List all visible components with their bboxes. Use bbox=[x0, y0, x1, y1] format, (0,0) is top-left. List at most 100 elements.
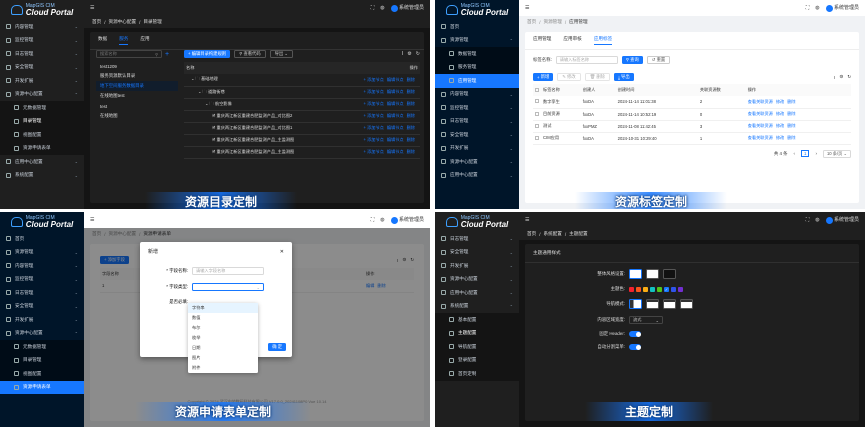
tab-app-review[interactable]: 应用审核 bbox=[563, 36, 581, 45]
sidebar-item[interactable]: 系统配置 ⌄ bbox=[0, 169, 84, 183]
theme-color-swatch[interactable] bbox=[650, 286, 655, 292]
page-1[interactable]: 1 bbox=[801, 150, 810, 157]
delete-button[interactable]: 🗑 删除 bbox=[584, 73, 610, 81]
refresh-icon[interactable]: ↻ bbox=[416, 51, 420, 57]
style-dark-option[interactable] bbox=[663, 269, 676, 279]
style-mixed-option[interactable] bbox=[646, 269, 659, 279]
tab-app[interactable]: 应用 bbox=[140, 36, 149, 45]
sidebar-item[interactable]: 监控管理 ⌄ bbox=[0, 273, 84, 287]
tab-data[interactable]: 数据 bbox=[98, 36, 107, 45]
field-type-option[interactable]: 图片 bbox=[188, 353, 258, 363]
search-button[interactable]: ⚲ 查询 bbox=[621, 56, 643, 64]
sidebar-item[interactable]: 资源管理 ⌃ bbox=[435, 34, 519, 48]
sidebar-item[interactable]: 开发扩展 ⌄ bbox=[0, 313, 84, 327]
theme-color-swatch[interactable] bbox=[636, 286, 641, 292]
sidebar-item[interactable]: 数据管理 bbox=[435, 47, 519, 61]
edit-node-link[interactable]: 编辑节点 bbox=[387, 89, 404, 94]
sidebar-item[interactable]: 目录管理 bbox=[0, 114, 84, 128]
sidebar-item[interactable]: 安全管理 ⌄ bbox=[0, 300, 84, 314]
tree-node[interactable]: test bbox=[96, 101, 178, 111]
theme-color-swatch[interactable] bbox=[643, 286, 648, 292]
row-checkbox[interactable] bbox=[535, 123, 539, 128]
refresh-icon[interactable]: ↻ bbox=[847, 74, 851, 80]
avatar[interactable] bbox=[390, 216, 398, 224]
sidebar-item[interactable]: 登录配置 bbox=[435, 353, 519, 367]
settings-icon[interactable]: ⚙ bbox=[839, 74, 843, 80]
theme-color-swatch[interactable] bbox=[629, 286, 634, 292]
theme-color-swatch[interactable]: ✓ bbox=[664, 286, 669, 292]
settings-icon[interactable]: ⚙ bbox=[407, 51, 411, 57]
delete-link[interactable]: 删除 bbox=[787, 99, 795, 104]
field-type-option[interactable]: 字符串 bbox=[188, 303, 258, 313]
add-button[interactable]: + 新增 bbox=[533, 73, 554, 81]
delete-link[interactable]: 删除 bbox=[407, 77, 415, 82]
avatar[interactable] bbox=[825, 216, 833, 224]
reset-button[interactable]: ↺ 重置 bbox=[646, 56, 671, 64]
theme-color-swatch[interactable] bbox=[671, 286, 676, 292]
column-height-icon[interactable]: Ι bbox=[834, 75, 835, 80]
sidebar-item[interactable]: 监控管理 ⌄ bbox=[0, 34, 84, 48]
sidebar-item[interactable]: 主题配置 bbox=[435, 326, 519, 340]
field-name-input[interactable]: 请输入字段名称 bbox=[192, 267, 264, 275]
theme-color-swatch[interactable] bbox=[657, 286, 662, 292]
delete-link[interactable]: 删除 bbox=[407, 149, 415, 154]
sidebar-item[interactable]: 资源申请表单 bbox=[0, 380, 84, 394]
sidebar-item[interactable]: 日志管理 ⌄ bbox=[435, 115, 519, 129]
sidebar-item[interactable]: 资源申请表单 bbox=[0, 141, 84, 155]
edit-node-link[interactable]: 编辑节点 bbox=[387, 149, 404, 154]
fullscreen-icon[interactable]: ⛶ bbox=[806, 217, 810, 223]
prev-page-icon[interactable]: ‹ bbox=[794, 151, 795, 156]
sidebar-item[interactable]: 应用管理 bbox=[435, 74, 519, 88]
nav-mix2-option[interactable] bbox=[680, 299, 693, 309]
crumb-section[interactable]: 资源管理 bbox=[543, 19, 561, 25]
sidebar-item[interactable]: 资源中心配置 ⌃ bbox=[0, 327, 84, 341]
sidebar-item[interactable]: 开发扩展 ⌄ bbox=[435, 142, 519, 156]
fullscreen-icon[interactable]: ⛶ bbox=[806, 5, 810, 11]
crumb-section[interactable]: 资源中心配置 bbox=[108, 19, 136, 25]
add-node-link[interactable]: + 添加节点 bbox=[363, 149, 383, 154]
user-name[interactable]: 系统管理员 bbox=[399, 5, 424, 11]
sidebar-item[interactable]: 视图配置 bbox=[0, 128, 84, 142]
add-node-link[interactable]: + 添加节点 bbox=[363, 77, 383, 82]
sidebar-item[interactable]: 日志管理 ⌄ bbox=[0, 286, 84, 300]
crumb-home[interactable]: 首页 bbox=[527, 19, 536, 25]
tree-node[interactable]: 在线地图test bbox=[96, 91, 178, 101]
sidebar-item[interactable]: 资源管理 ⌄ bbox=[0, 246, 84, 260]
edit-node-link[interactable]: 编辑节点 bbox=[387, 137, 404, 142]
nav-top-option[interactable] bbox=[646, 299, 659, 309]
page-size-select[interactable]: 10 条/页 ⌄ bbox=[822, 149, 851, 158]
crumb-home[interactable]: 首页 bbox=[527, 231, 536, 237]
sidebar-item[interactable]: 安全管理 ⌄ bbox=[435, 128, 519, 142]
next-page-icon[interactable]: › bbox=[815, 151, 816, 156]
delete-link[interactable]: 删除 bbox=[787, 111, 795, 116]
row-checkbox[interactable] bbox=[535, 111, 539, 116]
tree-node[interactable]: test1209 bbox=[96, 61, 178, 71]
row-checkbox[interactable] bbox=[535, 99, 539, 104]
sidebar-item[interactable]: 首页定制 bbox=[435, 367, 519, 381]
menu-toggle-icon[interactable]: ☰ bbox=[525, 217, 529, 223]
delete-link[interactable]: 删除 bbox=[407, 101, 415, 106]
auto-split-toggle[interactable] bbox=[629, 344, 641, 350]
close-icon[interactable]: ✕ bbox=[280, 249, 284, 255]
theme-color-swatch[interactable] bbox=[678, 286, 683, 292]
edit-link[interactable]: 修改 bbox=[776, 99, 784, 104]
user-name[interactable]: 系统管理员 bbox=[399, 217, 424, 223]
add-node-link[interactable]: + 添加节点 bbox=[363, 101, 383, 106]
export-button[interactable]: 导出 ⌄ bbox=[269, 50, 294, 58]
nav-side-option[interactable] bbox=[629, 299, 642, 309]
sidebar-item[interactable]: 内容管理 ⌄ bbox=[0, 20, 84, 34]
tab-service[interactable]: 服务 bbox=[119, 36, 129, 45]
view-resources-link[interactable]: 查看关联资源 bbox=[748, 123, 773, 128]
globe-icon[interactable]: ◍ bbox=[380, 217, 384, 223]
sidebar-item[interactable]: 开发扩展 ⌄ bbox=[0, 74, 84, 88]
field-type-option[interactable]: 布尔 bbox=[188, 323, 258, 333]
delete-link[interactable]: 删除 bbox=[787, 135, 795, 140]
sidebar-item[interactable]: 资源中心配置 ⌄ bbox=[435, 155, 519, 169]
delete-link[interactable]: 删除 bbox=[407, 89, 415, 94]
menu-toggle-icon[interactable]: ☰ bbox=[90, 5, 94, 11]
view-resources-link[interactable]: 查看关联资源 bbox=[748, 99, 773, 104]
crumb-section[interactable]: 系统配置 bbox=[543, 231, 561, 237]
sidebar-item[interactable]: 系统配置 ⌃ bbox=[435, 300, 519, 314]
tree-node[interactable]: 在线地图 bbox=[96, 111, 178, 121]
fixed-header-toggle[interactable] bbox=[629, 331, 641, 337]
